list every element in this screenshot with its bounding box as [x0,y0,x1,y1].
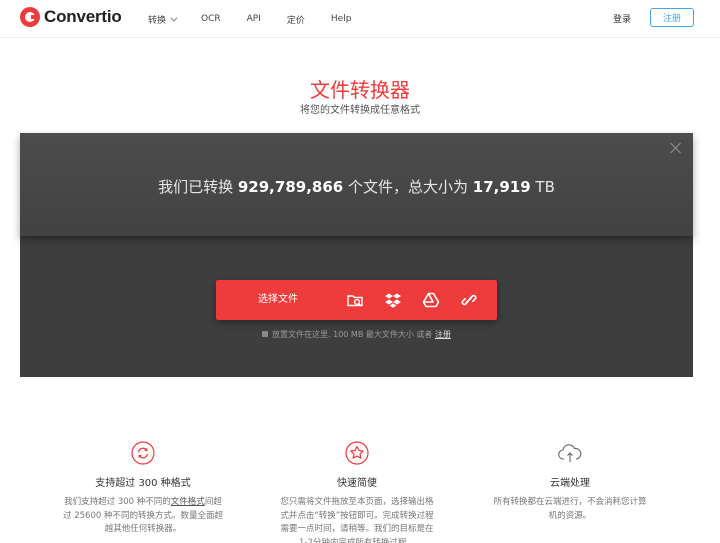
feature-desc-text: 我们支持超过 300 种不同的 [64,497,171,507]
nav-label: 定价 [286,15,305,26]
stats-area: 我们已转换 929,789,866 个文件，总大小为 17,919 TB [20,133,693,236]
stats-unit: TB [530,178,555,196]
logo-text: Convertio [44,7,122,26]
login-link[interactable]: 登录 [613,12,631,25]
nav-label: 转换 [148,15,167,26]
total-size: 17,919 [472,178,531,196]
feature-formats: 支持超过 300 种格式 我们支持超过 300 种不同的文件格式间超过 2560… [63,440,223,537]
files-count: 929,789,866 [237,178,344,196]
upload-panel: 我们已转换 929,789,866 个文件，总大小为 17,919 TB 选择文… [20,133,693,377]
feature-cloud: 云端处理 所有转换都在云端进行，不会消耗您计算机的资源。 [490,440,650,523]
page-subtitle: 将您的文件转换成任意格式 [300,105,420,116]
page-title: 文件转换器 [310,78,410,102]
dropbox-icon[interactable] [384,291,402,309]
cloud-upload-icon [558,444,582,462]
chevron-down-icon [170,14,178,22]
feature-desc: 我们支持超过 300 种不同的文件格式间超过 25600 种不同的转换方式。数量… [63,496,223,537]
convertio-logo-icon [20,7,40,27]
formats-cycle-icon [131,441,155,465]
file-upload-bar: 选择文件 [216,280,497,320]
nav-item-help[interactable]: Help [331,14,352,24]
folder-search-icon[interactable] [346,291,364,309]
upload-hint-text: 放置文件在这里. 100 MB 最大文件大小 或者 [272,330,435,339]
google-drive-icon[interactable] [422,291,440,309]
conversion-stats: 我们已转换 929,789,866 个文件，总大小为 17,919 TB [20,176,693,197]
nav-label: OCR [201,14,221,24]
top-header: Convertio 转换 OCR API 定价 Help 登录 注册 [0,0,720,38]
logo[interactable]: Convertio [20,7,122,27]
feature-title: 快速简便 [337,478,377,489]
nav-item-convert[interactable]: 转换 [148,13,178,26]
stats-prefix: 我们已转换 [158,178,238,196]
choose-files-button[interactable]: 选择文件 [258,280,298,320]
nav-label: Help [330,14,352,24]
feature-fast: 快速简便 您只需将文件拖放至本页面，选择输出格式并点击“转换”按钮即可。完成转换… [277,440,437,543]
stats-mid: 个文件，总大小为 [343,178,473,196]
nav-item-pricing[interactable]: 定价 [287,13,305,26]
close-icon[interactable] [669,141,683,155]
file-formats-link[interactable]: 文件格式 [171,497,205,507]
nav-item-api[interactable]: API [247,14,261,24]
nav-label: API [246,14,261,24]
main-nav: 转换 OCR API 定价 Help [148,0,377,38]
nav-item-ocr[interactable]: OCR [201,14,221,24]
star-icon [345,441,369,465]
lock-icon [262,331,269,337]
feature-title: 支持超过 300 种格式 [95,478,191,489]
feature-desc: 所有转换都在云端进行，不会消耗您计算机的资源。 [493,497,647,521]
link-icon[interactable] [460,291,478,309]
feature-title: 云端处理 [550,478,590,489]
feature-desc: 您只需将文件拖放至本页面，选择输出格式并点击“转换”按钮即可。完成转换过程需要一… [280,497,434,543]
upload-hint: 放置文件在这里. 100 MB 最大文件大小 或者 注册 [20,329,693,340]
register-link[interactable]: 注册 [435,330,451,339]
register-button[interactable]: 注册 [650,8,694,27]
